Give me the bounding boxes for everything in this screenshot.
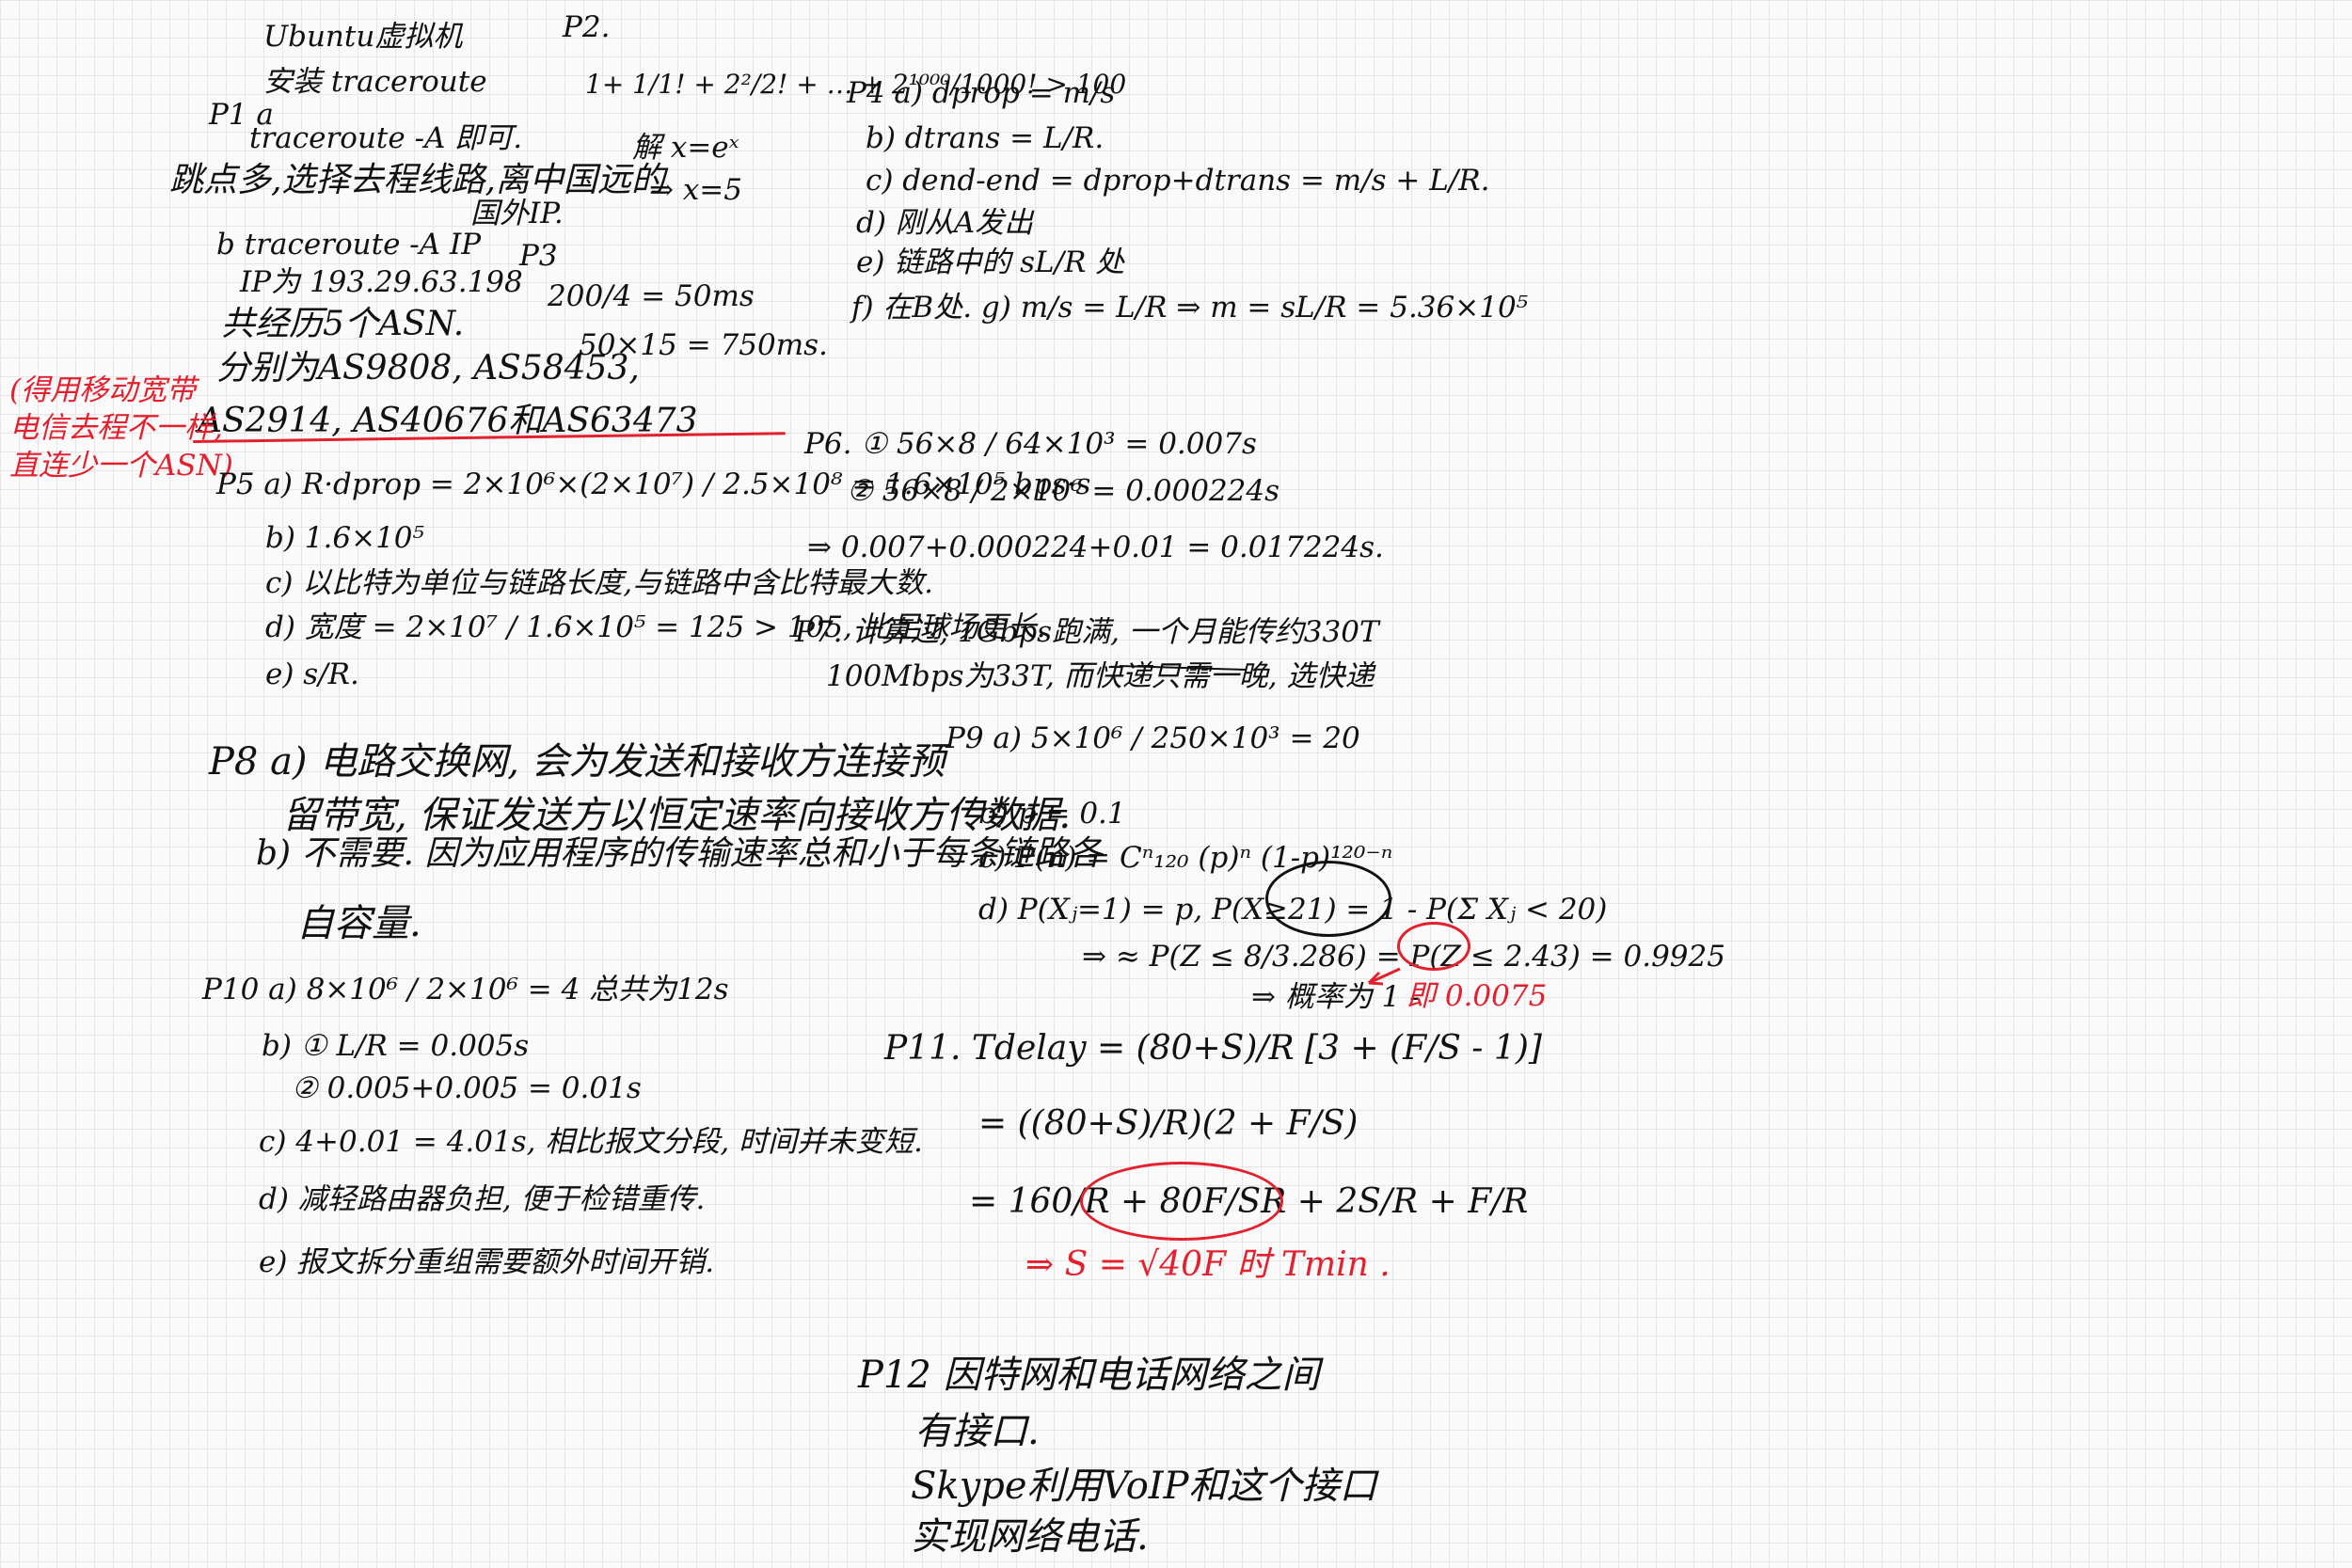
p12-line-1: P12 因特网和电话网络之间: [858, 1354, 1320, 1397]
p1-line-5: 跳点多,选择去程线路,离中国远的: [169, 161, 665, 199]
p9-line-2: b) p = 0.1: [978, 797, 1126, 831]
p1-line-1: Ubuntu虚拟机: [263, 20, 463, 54]
p12-line-2: 有接口.: [914, 1410, 1040, 1453]
p6-line-3: ⇒ 0.007+0.000224+0.01 = 0.017224s.: [807, 531, 1384, 564]
p3-line-2: 50×15 = 750ms.: [579, 328, 828, 362]
p4-line-6: f) 在B处. g) m/s = L/R ⇒ m = sL/R = 5.36×1…: [851, 291, 1529, 325]
p5-line-2: b) 1.6×10⁵: [265, 521, 424, 555]
p1-line-2: 安装 traceroute: [263, 65, 487, 99]
p8-line-2: 留带宽, 保证发送方以恒定速率向接收方传数据.: [282, 794, 1072, 837]
p8-line-4: 自容量.: [296, 902, 421, 945]
p3-label: P3: [519, 239, 558, 273]
p1-line-8: IP为 193.29.63.198: [240, 265, 523, 299]
p2-result: ⇒ x=5: [649, 173, 743, 207]
p7-line-1: P7. 计算过, 1Gbps跑满, 一个月能传约330T: [795, 615, 1379, 649]
p4-line-5: e) 链路中的 sL/R 处: [856, 245, 1125, 279]
p10-line-4: c) 4+0.01 = 4.01s, 相比报文分段, 时间并未变短.: [259, 1125, 923, 1159]
p9-circle-sum: [1265, 861, 1391, 937]
p9-line-1: P9 a) 5×10⁶ / 250×10³ = 20: [946, 721, 1360, 755]
p8-line-3: b) 不需要. 因为应用程序的传输速率总和小于每条链路各: [256, 834, 1103, 873]
p1-line-7: b traceroute -A IP: [216, 228, 482, 261]
p2-solution: 解 x=eˣ: [632, 131, 739, 165]
p1-line-10: 分别为AS9808, AS58453,: [216, 349, 640, 388]
p11-line-2: = ((80+S)/R)(2 + F/S): [978, 1104, 1359, 1143]
p1-note-line-1: (得用移动宽带: [9, 373, 197, 407]
p3-line-1: 200/4 = 50ms: [548, 279, 755, 313]
p7-line-2: 100Mbps为33T, 而快递只需一晚, 选快递: [826, 659, 1375, 693]
p4-line-4: d) 刚从A发出: [856, 206, 1034, 240]
p6-line-1: P6. ① 56×8 / 64×10³ = 0.007s: [804, 427, 1257, 461]
p1-line-6: 国外IP.: [470, 197, 564, 230]
p2-label: P2.: [563, 10, 611, 44]
p4-line-2: b) dtrans = L/R.: [866, 121, 1104, 155]
p10-line-3: ② 0.005+0.005 = 0.01s: [292, 1071, 642, 1105]
p10-line-6: e) 报文拆分重组需要额外时间开销.: [259, 1245, 715, 1279]
p10-line-1: P10 a) 8×10⁶ / 2×10⁶ = 4 总共为12s: [202, 973, 729, 1006]
p1-red-note: (得用移动宽带 电信去程不一样, 直连少一个ASN): [9, 374, 233, 482]
p1-line-4: traceroute -A 即可.: [249, 121, 523, 155]
p1-line-9: 共经历5个ASN.: [221, 305, 465, 343]
p4-line-3: c) dend-end = dprop+dtrans = m/s + L/R.: [866, 164, 1490, 198]
p12-line-3: Skype利用VoIP和这个接口: [911, 1465, 1377, 1508]
p11-circle-terms: [1080, 1162, 1283, 1241]
p10-line-5: d) 减轻路由器负担, 便于检错重传.: [259, 1182, 706, 1216]
p12-line-4: 实现网络电话.: [911, 1515, 1149, 1559]
p9-red-note: 即 0.0075: [1406, 979, 1548, 1013]
p1-note-line-3: 直连少一个ASN): [9, 449, 233, 483]
p4-line-1: P4 a) dprop = m/s: [847, 76, 1116, 110]
p5-line-5: e) s/R.: [265, 657, 359, 691]
p10-line-2: b) ① L/R = 0.005s: [262, 1029, 530, 1063]
p9-circle-result: [1397, 922, 1470, 971]
p6-line-2: ② 56×8 / 2×10⁶ = 0.000224s: [847, 474, 1280, 508]
p5-line-3: c) 以比特为单位与链路长度,与链路中含比特最大数.: [265, 566, 934, 600]
p11-line-1: P11. Tdelay = (80+S)/R [3 + (F/S - 1)]: [884, 1029, 1542, 1068]
p8-line-1: P8 a) 电路交换网, 会为发送和接收方连接预: [209, 740, 946, 784]
p11-line-4: ⇒ S = √40F 时 Tmin .: [1025, 1245, 1391, 1284]
p9-line-6: ⇒ 概率为 1 -: [1251, 980, 1420, 1014]
